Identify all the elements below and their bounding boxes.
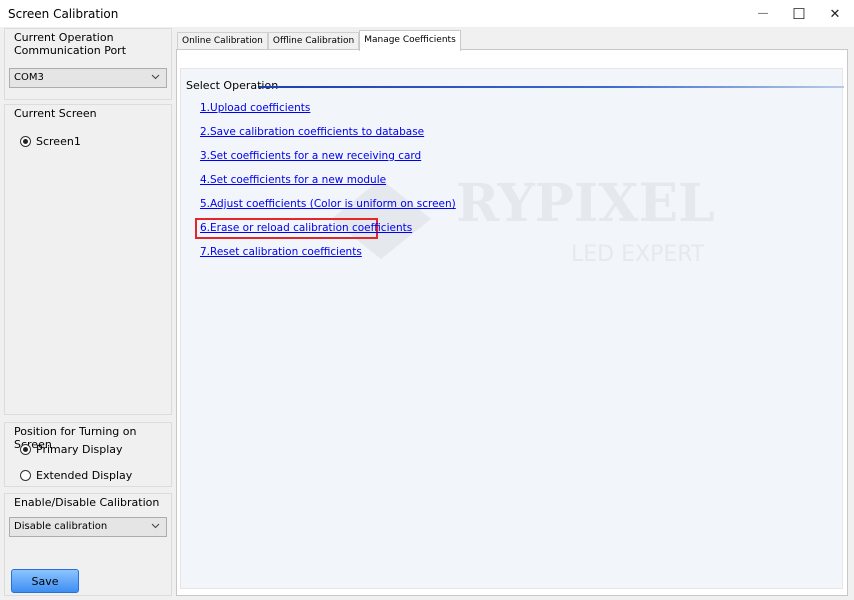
select-operation-group: RYPIXEL LED EXPERT Select Operation 1.Up… [180,68,844,589]
operation-link-erase-reload[interactable]: 6.Erase or reload calibration coefficien… [200,222,412,234]
primary-display-label: Primary Display [36,443,123,456]
operation-link-upload[interactable]: 1.Upload coefficients [200,102,310,114]
svg-text:LED EXPERT: LED EXPERT [571,242,705,267]
operation-link-save-to-database[interactable]: 2.Save calibration coefficients to datab… [200,126,424,138]
operation-link-reset[interactable]: 7.Reset calibration coefficients [200,246,362,258]
close-icon: ✕ [829,5,841,21]
save-button[interactable]: Save [11,569,79,593]
current-screen-group: Current Screen Screen1 [4,104,172,415]
chevron-down-icon [151,72,160,84]
operation-link-new-module[interactable]: 4.Set coefficients for a new module [200,174,386,186]
calibration-select[interactable]: Disable calibration [9,517,167,537]
window-title: Screen Calibration [8,7,119,21]
maximize-icon: ☐ [792,5,806,23]
port-group: Current Operation Communication Port COM… [4,28,172,100]
screen1-label: Screen1 [36,135,81,148]
screen1-radio[interactable]: Screen1 [20,135,81,148]
calibration-select-value: Disable calibration [14,521,108,532]
minimize-button[interactable]: — [745,0,781,27]
radio-selected-icon [20,136,31,147]
svg-text:RYPIXEL: RYPIXEL [456,173,715,234]
chevron-down-icon [151,521,160,533]
minimize-icon: — [758,8,768,19]
calibration-group-title: Enable/Disable Calibration [14,496,164,509]
operation-link-adjust[interactable]: 5.Adjust coefficients (Color is uniform … [200,198,456,210]
primary-display-radio[interactable]: Primary Display [20,443,123,456]
tab-manage-coefficients[interactable]: Manage Coefficients [359,30,461,51]
port-group-title: Current Operation Communication Port [14,31,164,57]
title-bar: Screen Calibration — ☐ ✕ [0,0,854,27]
port-select[interactable]: COM3 [9,68,167,88]
operation-link-new-receiving-card[interactable]: 3.Set coefficients for a new receiving c… [200,150,421,162]
position-group: Position for Turning on Screen Primary D… [4,422,172,487]
port-select-value: COM3 [14,72,44,83]
maximize-button[interactable]: ☐ [781,0,817,27]
radio-unselected-icon [20,470,31,481]
extended-display-radio[interactable]: Extended Display [20,469,132,482]
watermark-logo: RYPIXEL LED EXPERT [331,173,715,267]
extended-display-label: Extended Display [36,469,133,482]
radio-selected-icon [20,444,31,455]
manage-coefficients-panel: RYPIXEL LED EXPERT Select Operation 1.Up… [176,49,848,596]
tab-strip: Online Calibration Offline Calibration M… [177,30,461,51]
close-button[interactable]: ✕ [817,0,853,27]
section-divider [259,86,844,88]
window-client-area: Current Operation Communication Port COM… [0,27,854,600]
current-screen-group-title: Current Screen [14,107,101,120]
